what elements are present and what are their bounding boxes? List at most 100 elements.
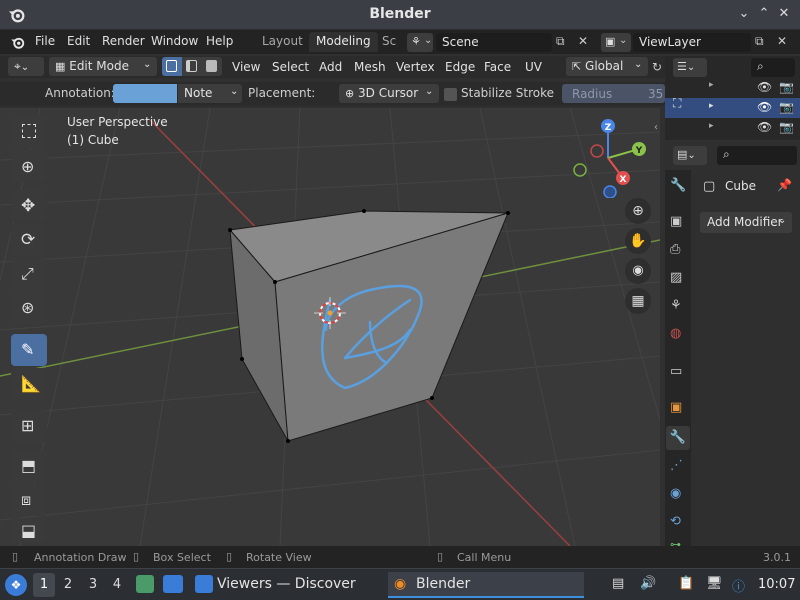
stabilize-stroke-checkbox[interactable] [444, 88, 457, 101]
properties-search-icon[interactable]: ⌕ [717, 146, 797, 165]
tray-updates-icon[interactable]: ▤ [612, 576, 624, 591]
extrude-tool[interactable]: ⬒ [11, 450, 47, 482]
app-launcher-icon[interactable]: ❖ [5, 574, 27, 596]
camera-view-icon[interactable]: ◉ [625, 258, 651, 284]
blender-menu-icon[interactable] [10, 35, 26, 50]
select-box-tool[interactable] [11, 116, 47, 148]
transform-orientation-dropdown[interactable]: ⇱ Global ⌄ [566, 57, 648, 76]
modifier-tab-wrench-icon[interactable]: 🔧 [666, 426, 690, 450]
viewlayer-browse-button[interactable]: ▣ ⌄ [601, 33, 631, 52]
menu-edge[interactable]: Edge [445, 60, 475, 74]
mode-dropdown[interactable]: ▦ Edit Mode ⌄ [49, 57, 157, 76]
tab-layout[interactable]: Layout [255, 32, 310, 52]
render-camera-icon[interactable]: 📷 [779, 100, 794, 114]
notifications-icon[interactable]: ⓘ [732, 576, 745, 595]
sidebar-toggle-icon[interactable]: ‹ [654, 122, 658, 133]
physics-tab-icon[interactable]: ◉ [670, 486, 681, 501]
move-tool[interactable]: ✥ [11, 190, 47, 222]
clipboard-icon[interactable]: 📋 [678, 576, 694, 591]
tool-settings-tab-icon[interactable]: 🔧 [670, 178, 686, 193]
visibility-eye-icon[interactable]: 👁 [757, 120, 772, 134]
render-tab-icon[interactable]: ▣ [670, 214, 682, 229]
pin-icon[interactable]: 📌 [777, 178, 792, 192]
edge-select-button[interactable] [182, 57, 202, 76]
placement-dropdown[interactable]: ⊕ 3D Cursor ⌄ [339, 84, 439, 103]
cursor-tool[interactable]: ⊕ [11, 150, 47, 182]
measure-tool[interactable]: 📐 [11, 368, 47, 400]
menu-view[interactable]: View [232, 60, 260, 74]
zoom-icon[interactable]: ⊕ [625, 198, 651, 224]
annotation-layer-dropdown[interactable]: Note ⌄ [178, 84, 242, 103]
transform-tool[interactable]: ⊛ [11, 292, 47, 324]
task-blender[interactable]: ◉ Blender [388, 572, 584, 598]
menu-add[interactable]: Add [319, 60, 342, 74]
scene-tab-icon[interactable]: ⚘ [670, 298, 682, 313]
collection-tab-icon[interactable]: ▭ [670, 364, 682, 379]
editor-type-button[interactable]: ⌖⌄ [8, 57, 44, 76]
outliner-filter-icon[interactable]: ⛶ [673, 96, 691, 114]
rotate-tool[interactable]: ⟳ [11, 224, 47, 256]
3d-viewport[interactable]: User Perspective (1) Cube Z Y X ‹ ⊕ ✋ ◉ … [0, 108, 660, 546]
annotation-color-swatch[interactable] [113, 84, 177, 103]
vertex-select-button[interactable] [162, 57, 182, 76]
outliner-row[interactable]: ▸ 👁 📷 [665, 78, 800, 98]
viewlayer-name-field[interactable]: ViewLayer [633, 33, 751, 52]
new-viewlayer-icon[interactable]: ⧉ [755, 34, 771, 50]
outliner-editor-type-button[interactable]: ☰⌄ [673, 58, 707, 77]
new-scene-icon[interactable]: ⧉ [556, 34, 572, 50]
output-tab-icon[interactable]: ⎙ [670, 242, 680, 257]
scene-browse-button[interactable]: ⚘ ⌄ [407, 33, 433, 52]
add-cube-tool[interactable]: ⊞ [11, 410, 47, 442]
volume-icon[interactable]: 🔊 [640, 576, 656, 591]
window-close-icon[interactable]: ✕ [776, 6, 792, 22]
tab-modeling[interactable]: Modeling [309, 32, 378, 52]
menu-file[interactable]: File [35, 34, 55, 48]
task-discover[interactable]: Viewers — Discover [193, 572, 379, 598]
file-manager-icon[interactable] [136, 575, 154, 593]
menu-window[interactable]: Window [151, 34, 198, 48]
particles-tab-icon[interactable]: ⋰ [670, 458, 683, 473]
face-select-button[interactable] [202, 57, 222, 76]
navigation-gizmo[interactable]: Z Y X [568, 118, 648, 198]
menu-select[interactable]: Select [272, 60, 309, 74]
outliner-search-icon[interactable]: ⌕ [751, 58, 795, 77]
visibility-eye-icon[interactable]: 👁 [757, 100, 772, 114]
add-modifier-button[interactable]: Add Modifier ⌄ [700, 212, 792, 233]
menu-edit[interactable]: Edit [67, 34, 90, 48]
inset-tool[interactable]: ⧈ [11, 484, 47, 516]
outliner-row[interactable]: ▸ 👁 📷 [665, 118, 800, 138]
render-camera-icon[interactable]: 📷 [779, 120, 794, 134]
desktop-4[interactable]: 4 [108, 573, 126, 597]
menu-render[interactable]: Render [102, 34, 145, 48]
view-layer-tab-icon[interactable]: ▨ [670, 270, 682, 285]
scene-name-field[interactable]: Scene [436, 33, 552, 52]
window-maximize-icon[interactable]: ⌃ [756, 6, 772, 22]
delete-viewlayer-icon[interactable]: ✕ [777, 34, 793, 50]
menu-mesh[interactable]: Mesh [354, 60, 386, 74]
menu-vertex[interactable]: Vertex [396, 60, 435, 74]
menu-help[interactable]: Help [206, 34, 233, 48]
visibility-eye-icon[interactable]: 👁 [757, 80, 772, 94]
menu-uv[interactable]: UV [525, 60, 542, 74]
properties-editor-type-button[interactable]: ▤⌄ [673, 146, 707, 165]
world-tab-icon[interactable]: ◍ [670, 326, 681, 341]
scale-tool[interactable]: ⤢ [11, 258, 47, 290]
clock[interactable]: 10:07 [758, 577, 795, 592]
radius-slider[interactable]: Radius 35 [562, 84, 665, 103]
object-tab-icon[interactable]: ▣ [670, 400, 682, 415]
bevel-tool[interactable]: ⬓ [11, 518, 47, 542]
desktop-3[interactable]: 3 [84, 573, 102, 597]
annotate-tool[interactable]: ✎ [11, 334, 47, 366]
window-shade-icon[interactable]: ⌄ [736, 6, 752, 22]
constraints-tab-icon[interactable]: ⟲ [670, 514, 681, 529]
delete-scene-icon[interactable]: ✕ [578, 34, 594, 50]
network-icon[interactable]: 🖥 [706, 576, 723, 591]
pan-hand-icon[interactable]: ✋ [625, 228, 651, 254]
pivot-icon[interactable]: ↻ [652, 60, 662, 74]
menu-face[interactable]: Face [484, 60, 511, 74]
desktop-2[interactable]: 2 [59, 573, 77, 597]
render-camera-icon[interactable]: 📷 [779, 80, 794, 94]
desktop-1[interactable]: 1 [33, 573, 55, 597]
perspective-grid-icon[interactable]: ▦ [625, 288, 651, 314]
tab-scripting[interactable]: Sc [375, 32, 403, 52]
